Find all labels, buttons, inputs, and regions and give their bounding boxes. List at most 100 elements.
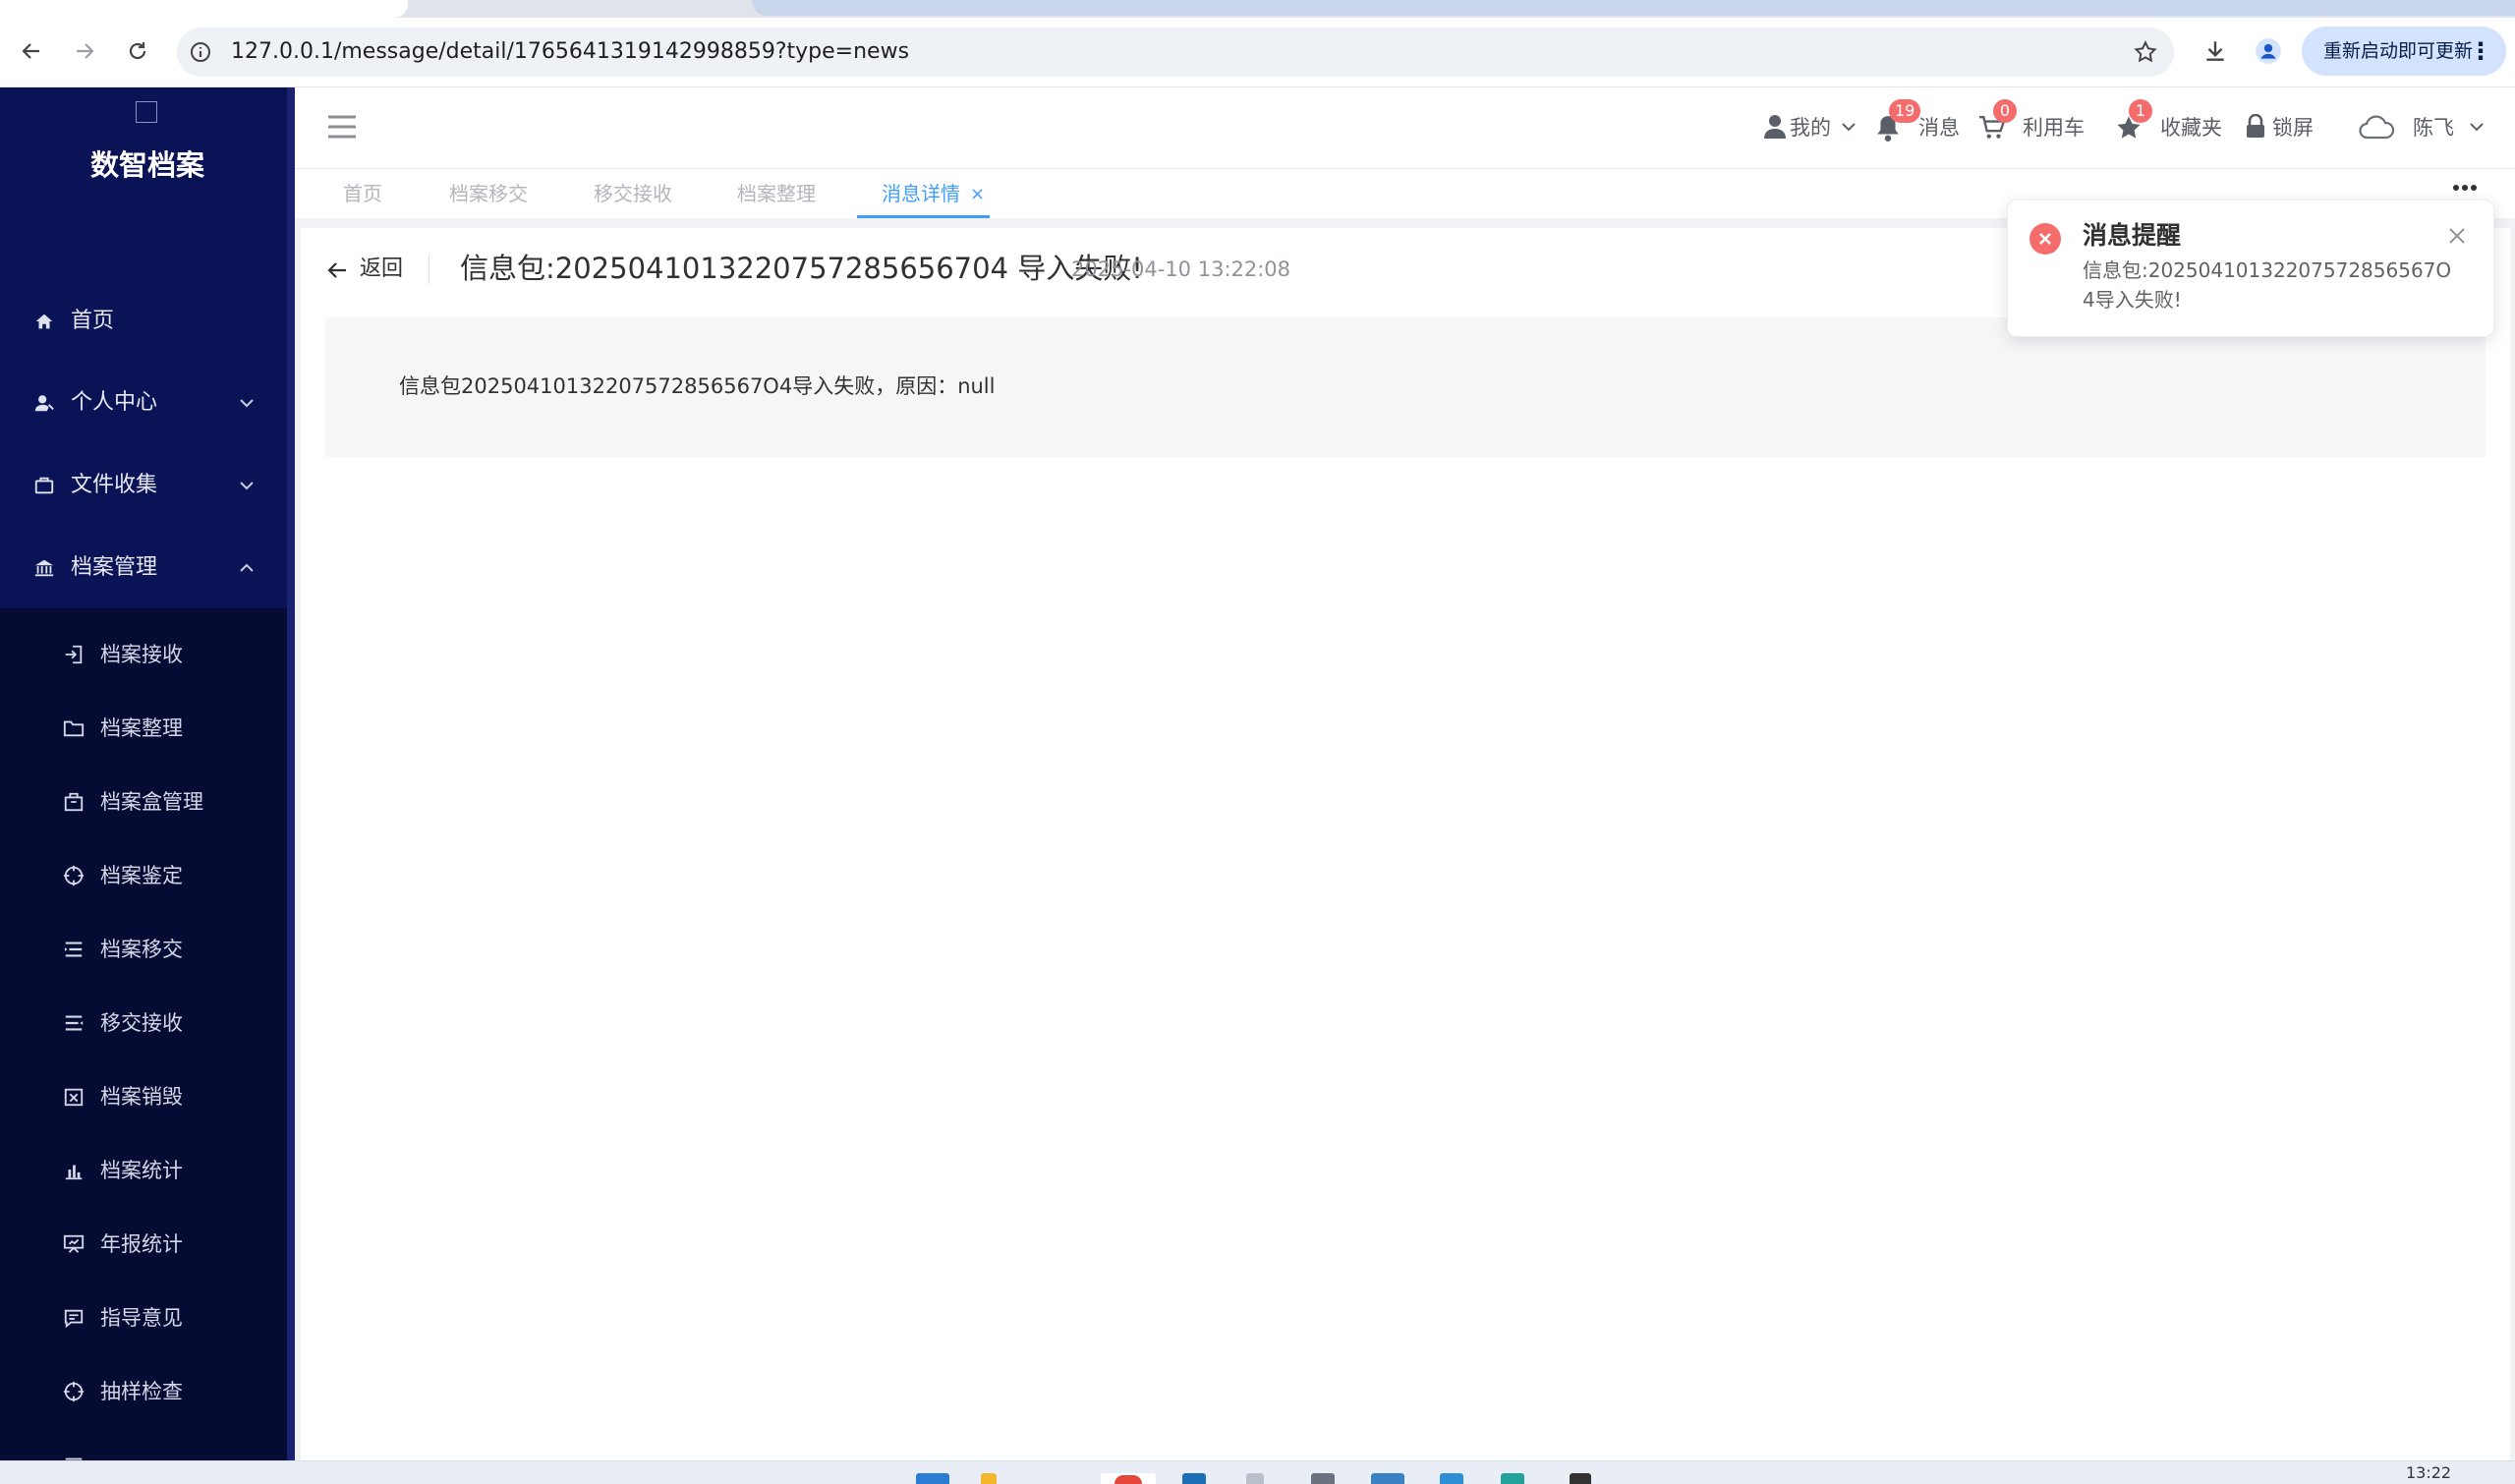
browser-tab-active[interactable] (0, 0, 408, 18)
import-icon (65, 645, 83, 664)
user-name[interactable]: 陈飞 (2413, 87, 2454, 168)
more-dots-icon (2453, 185, 2477, 191)
sidebar-subitem-label: 档案接收 (100, 643, 183, 666)
cart-link[interactable]: 利用车 (2023, 87, 2085, 168)
list-icon (64, 942, 83, 957)
browser-toolbar: 127.0.0.1/message/detail/176564131914299… (0, 18, 2515, 87)
cart-count-badge: 0 (1993, 99, 2017, 123)
browser-tabstrip (0, 0, 2515, 18)
reload-icon (129, 42, 146, 60)
taskbar-explorer-icon[interactable] (981, 1473, 997, 1484)
profile-avatar-icon (2256, 38, 2281, 64)
chevron-up-icon (240, 563, 254, 572)
board-icon (63, 1234, 85, 1253)
favorites-link[interactable]: 收藏夹 (2160, 87, 2222, 168)
lock-screen-link[interactable]: 锁屏 (2272, 87, 2314, 168)
tag-close-icon[interactable]: × (970, 169, 985, 220)
tag-home[interactable]: 首页 (343, 169, 382, 218)
sidebar-subitem-annual-report[interactable]: 年报统计 (0, 1212, 287, 1277)
box-icon (64, 792, 84, 812)
update-label: 重新启动即可更新 (2323, 40, 2474, 62)
close-icon (2449, 228, 2465, 244)
sidebar-item-personal-center[interactable]: 个人中心 (0, 369, 295, 437)
error-circle-icon (2029, 223, 2061, 255)
sidebar-scrollbar[interactable] (287, 87, 295, 1460)
taskbar-app-icon[interactable] (1182, 1473, 1206, 1484)
taskbar-chrome-icon[interactable] (1101, 1473, 1156, 1484)
message-title: 信息包:2025041013220757285656704 导入失败! (460, 252, 1143, 285)
sidebar-subitem-label: 档案统计 (100, 1159, 183, 1182)
folder-icon (63, 720, 85, 737)
sidebar-subitem-transfer-receive[interactable]: 移交接收 (0, 991, 287, 1056)
tag-archive-organize[interactable]: 档案整理 (737, 169, 816, 218)
comment-icon (64, 1309, 84, 1329)
sidebar-subitem-archive-appraisal[interactable]: 档案鉴定 (0, 843, 287, 908)
taskbar-app-icon[interactable] (1501, 1473, 1524, 1484)
chevron-down-icon (240, 482, 254, 490)
taskbar-app-icon[interactable] (1311, 1473, 1335, 1484)
profile-button[interactable] (2251, 33, 2286, 69)
chevron-down-icon (240, 399, 254, 408)
sidebar-item-home[interactable]: 首页 (0, 287, 295, 356)
sidebar-subitem-guidance[interactable]: 指导意见 (0, 1285, 287, 1350)
sidebar-subitem-label: 档案销毁 (100, 1085, 183, 1109)
update-chrome-button[interactable]: 重新启动即可更新 ⋮ (2302, 27, 2506, 76)
sidebar-subitem-more[interactable] (0, 1433, 287, 1460)
sidebar-subitem-archive-statistics[interactable]: 档案统计 (0, 1138, 287, 1203)
mine-menu[interactable]: 我的 (1790, 87, 1831, 168)
bookmark-star-icon[interactable] (2133, 39, 2158, 65)
mine-chevron-wrap[interactable] (1841, 121, 1857, 135)
sidebar-subitem-label: 移交接收 (100, 1011, 183, 1035)
notification-title: 消息提醒 (2083, 221, 2182, 250)
back-label: 返回 (360, 257, 404, 281)
sidebar-subitem-archive-organize[interactable]: 档案整理 (0, 696, 287, 761)
tag-archive-transfer[interactable]: 档案移交 (449, 169, 528, 218)
user-icon (34, 395, 54, 412)
url-text[interactable]: 127.0.0.1/message/detail/176564131914299… (231, 28, 909, 77)
messages-link[interactable]: 消息 (1918, 87, 1960, 168)
tag-message-detail[interactable]: 消息详情 (882, 169, 960, 218)
bank-icon (34, 559, 54, 577)
taskbar-app-icon[interactable] (1570, 1473, 1591, 1484)
taskbar-app-icon[interactable] (1371, 1473, 1404, 1484)
sidebar-item-file-collection[interactable]: 文件收集 (0, 451, 295, 520)
arrow-left-icon (22, 43, 39, 59)
reload-button[interactable] (120, 33, 155, 69)
os-taskbar: 13:22 (0, 1460, 2515, 1484)
taskbar-app-icon[interactable] (1246, 1473, 1264, 1484)
back-nav-button[interactable] (14, 33, 49, 69)
taskbar-app-icon[interactable] (1440, 1473, 1463, 1484)
sidebar-subitem-archive-transfer[interactable]: 档案移交 (0, 917, 287, 982)
user-chevron-wrap[interactable] (2469, 121, 2485, 135)
arrow-left-icon (327, 262, 346, 278)
sidebar-subitem-archive-box[interactable]: 档案盒管理 (0, 770, 287, 834)
forward-nav-button[interactable] (67, 33, 102, 69)
lock-icon (2247, 114, 2264, 138)
sidebar-subitem-sampling-check[interactable]: 抽样检查 (0, 1359, 287, 1424)
brand-name: 数智档案 (89, 148, 204, 182)
target-icon (63, 1381, 85, 1402)
user-avatar-wrap[interactable] (2359, 113, 2394, 143)
tags-more-button[interactable] (2452, 183, 2478, 193)
message-body: 信息包20250410132207572856567O4导入失败，原因：null (399, 374, 996, 398)
sidebar-submenu-archive-management: 档案接收 档案整理 档案盒管理 档案鉴定 档案移交 移交接收 档案销毁 档案统计… (0, 608, 287, 1460)
lock-icon-wrap[interactable] (2245, 114, 2266, 140)
target-icon (63, 865, 85, 886)
sidebar-subitem-label: 指导意见 (100, 1306, 183, 1330)
taskbar-clock[interactable]: 13:22 (2406, 1463, 2451, 1482)
tag-transfer-receive[interactable]: 移交接收 (594, 169, 672, 218)
browser-menu-icon[interactable]: ⋮ (2469, 27, 2492, 76)
menu-toggle-button[interactable] (326, 113, 358, 141)
address-bar[interactable]: 127.0.0.1/message/detail/176564131914299… (177, 28, 2174, 77)
sidebar-subitem-archive-destroy[interactable]: 档案销毁 (0, 1064, 287, 1129)
start-menu-icon[interactable] (916, 1473, 949, 1484)
sidebar-subitem-archive-receive[interactable]: 档案接收 (0, 622, 287, 687)
site-info-icon[interactable] (189, 40, 212, 64)
sidebar: 数智档案 首页 个人中心 文件收集 档案管理 档案接收 档案整理 档案盒管理 档… (0, 87, 295, 1460)
sidebar-item-label: 档案管理 (71, 555, 158, 580)
mine-user-icon-wrap[interactable] (1763, 114, 1787, 140)
notification-close-button[interactable] (2448, 227, 2466, 245)
sidebar-item-archive-management[interactable]: 档案管理 (0, 534, 295, 602)
browser-tab-other[interactable] (752, 0, 2515, 16)
downloads-button[interactable] (2198, 33, 2233, 69)
